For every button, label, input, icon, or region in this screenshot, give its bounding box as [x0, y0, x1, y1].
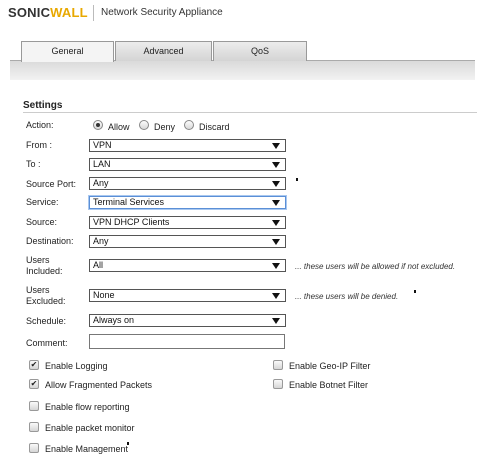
service-select[interactable]: Terminal Services: [89, 196, 286, 209]
enable-management-checkbox[interactable]: [29, 443, 39, 453]
action-deny-label: Deny: [154, 122, 176, 132]
action-deny-radio[interactable]: [139, 120, 149, 130]
enable-botnet-filter-checkbox[interactable]: [273, 379, 283, 389]
action-allow-radio[interactable]: [93, 120, 103, 130]
tab-general[interactable]: General: [21, 41, 114, 62]
source-port-select[interactable]: Any: [89, 177, 286, 190]
settings-heading: Settings: [23, 100, 63, 111]
enable-logging-checkbox[interactable]: ✔: [29, 360, 39, 370]
users-excluded-hint: ... these users will be denied.: [295, 292, 399, 301]
service-value: Terminal Services: [93, 197, 165, 207]
source-select[interactable]: VPN DHCP Clients: [89, 216, 286, 229]
source-label: Source:: [26, 217, 58, 227]
enable-geo-ip-filter-checkbox[interactable]: [273, 360, 283, 370]
users-excluded-select[interactable]: None: [89, 289, 286, 302]
tab-qos[interactable]: QoS: [213, 41, 307, 61]
tick-mark: [296, 178, 298, 181]
chevron-down-icon: [272, 143, 280, 149]
chevron-down-icon: [272, 181, 280, 187]
comment-label: Comment:: [26, 338, 68, 348]
action-discard-radio[interactable]: [184, 120, 194, 130]
product-name: Network Security Appliance: [101, 7, 223, 18]
to-value: LAN: [93, 159, 111, 169]
chevron-down-icon: [272, 263, 280, 269]
chevron-down-icon: [272, 239, 280, 245]
chevron-down-icon: [272, 318, 280, 324]
to-select[interactable]: LAN: [89, 158, 286, 171]
header-divider: [93, 5, 94, 21]
users-included-hint: ... these users will be allowed if not e…: [295, 262, 456, 271]
users-excluded-label-line1: Users: [26, 285, 50, 295]
enable-logging-label: Enable Logging: [45, 361, 108, 371]
schedule-label: Schedule:: [26, 316, 67, 326]
from-value: VPN: [93, 140, 112, 150]
enable-flow-reporting-label: Enable flow reporting: [45, 402, 130, 412]
enable-packet-monitor-label: Enable packet monitor: [45, 423, 135, 433]
source-port-value: Any: [93, 178, 109, 188]
users-included-label-line2: Included:: [26, 266, 63, 276]
tick-mark: [414, 290, 416, 293]
enable-flow-reporting-checkbox[interactable]: [29, 401, 39, 411]
chevron-down-icon: [272, 162, 280, 168]
action-label: Action:: [26, 120, 54, 130]
chevron-down-icon: [272, 293, 280, 299]
allow-fragmented-packets-checkbox[interactable]: ✔: [29, 379, 39, 389]
schedule-value: Always on: [93, 315, 135, 325]
from-label: From :: [26, 140, 52, 150]
chevron-down-icon: [272, 200, 280, 206]
enable-management-label: Enable Management: [45, 444, 129, 454]
users-included-select[interactable]: All: [89, 259, 286, 272]
source-port-label: Source Port:: [26, 179, 77, 189]
destination-label: Destination:: [26, 236, 74, 246]
settings-divider: [23, 112, 477, 113]
schedule-select[interactable]: Always on: [89, 314, 286, 327]
users-included-label-line1: Users: [26, 255, 50, 265]
tab-advanced[interactable]: Advanced: [115, 41, 212, 61]
source-value: VPN DHCP Clients: [93, 217, 170, 227]
action-allow-label: Allow: [108, 122, 130, 132]
allow-fragmented-packets-label: Allow Fragmented Packets: [45, 380, 153, 390]
tab-strip: [10, 60, 475, 80]
action-discard-label: Discard: [199, 122, 230, 132]
tick-mark: [127, 442, 129, 445]
users-included-value: All: [93, 260, 104, 270]
destination-value: Any: [93, 236, 109, 246]
destination-select[interactable]: Any: [89, 235, 286, 248]
sonicwall-logo: SONICWALL: [8, 5, 88, 20]
users-excluded-label-line2: Excluded:: [26, 296, 66, 306]
chevron-down-icon: [272, 220, 280, 226]
enable-packet-monitor-checkbox[interactable]: [29, 422, 39, 432]
service-label: Service:: [26, 197, 59, 207]
users-excluded-value: None: [93, 290, 115, 300]
from-select[interactable]: VPN: [89, 139, 286, 152]
enable-geo-ip-filter-label: Enable Geo-IP Filter: [289, 361, 371, 371]
to-label: To :: [26, 159, 41, 169]
enable-botnet-filter-label: Enable Botnet Filter: [289, 380, 369, 390]
comment-input[interactable]: [89, 334, 285, 349]
